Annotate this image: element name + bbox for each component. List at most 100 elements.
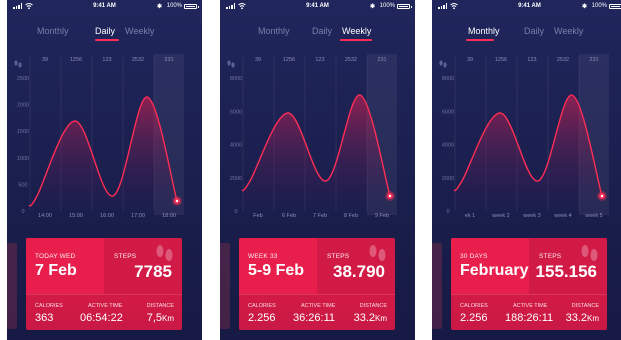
active-time-label: ACTIVE TIME <box>88 303 123 309</box>
previous-card-peek[interactable] <box>7 243 17 329</box>
distance-value-group: 33.2Km <box>354 312 387 324</box>
x-tick-label: week 5 <box>584 213 602 219</box>
period-tabs: Monthly Daily Weekly <box>7 26 202 42</box>
column-total-label: 39 <box>42 57 48 63</box>
x-tick-label: 7 Feb <box>313 213 327 219</box>
y-tick-label: 2000 <box>230 176 242 182</box>
steps-chart-svg: 39 1256 123 2532 231 8000 6000 4000 2000 0 ek 1 wee… <box>442 54 609 219</box>
column-total-label: 39 <box>255 57 261 63</box>
y-tick-label: 1500 <box>17 129 29 135</box>
bluetooth-icon: ✱ <box>581 4 587 10</box>
x-tick-label: 9 Feb <box>375 213 389 219</box>
y-tick-label: 2000 <box>442 176 454 182</box>
period-label: 30 Days <box>460 253 488 260</box>
calories-label: CALORIES <box>35 303 63 309</box>
x-tick-label: 14:00 <box>38 213 52 219</box>
bluetooth-icon: ✱ <box>369 4 375 10</box>
y-tick-label: 1000 <box>17 156 29 162</box>
y-tick-label: 0 <box>21 209 24 215</box>
x-tick-label: 6 Feb <box>282 213 296 219</box>
period-label: TODAY WED <box>35 253 76 260</box>
footprints-icon <box>438 57 448 68</box>
phone-screen-daily: 9:41 AM ✱ 100% Monthly Daily Weekly 39 1256 123 2… <box>7 0 202 340</box>
distance-value-group: 7,5Km <box>147 312 174 324</box>
column-total-label: 39 <box>467 57 473 63</box>
distance-value: 33.2 <box>565 312 587 324</box>
steps-area <box>29 96 177 211</box>
x-tick-label: week 3 <box>522 213 540 219</box>
summary-card[interactable]: 30 Days February STEPS 155.156 CALORIES 2.256… <box>451 238 607 330</box>
summary-card[interactable]: TODAY WED 7 Feb STEPS 7785 CALORIES 363 ACTIVE… <box>26 238 182 330</box>
distance-unit: Km <box>375 314 387 323</box>
column-total-label: 1256 <box>283 57 295 63</box>
active-tab-indicator <box>340 39 372 41</box>
tab-weekly[interactable]: Weekly <box>554 26 583 36</box>
steps-chart: 39 1256 123 2532 231 8000 6000 4000 2000 0 Feb 6 Fe… <box>220 48 415 228</box>
y-tick-label: 4000 <box>230 143 242 149</box>
card-divider <box>239 294 395 295</box>
distance-unit: Km <box>587 314 599 323</box>
y-tick-label: 2500 <box>17 76 29 82</box>
tab-monthly[interactable]: Monthly <box>37 26 69 36</box>
period-label: WEEK 33 <box>248 253 278 260</box>
steps-label: STEPS <box>539 253 562 260</box>
footprints-icon <box>226 57 236 68</box>
x-tick-label: ek 1 <box>465 213 475 219</box>
previous-card-peek[interactable] <box>432 243 442 329</box>
x-tick-label: week 2 <box>491 213 509 219</box>
current-point-center <box>600 194 604 198</box>
distance-unit: Km <box>162 314 174 323</box>
battery-icon <box>184 4 199 9</box>
y-tick-label: 4000 <box>442 143 454 149</box>
tab-monthly[interactable]: Monthly <box>468 26 500 36</box>
column-total-label: 2532 <box>345 57 357 63</box>
steps-chart: 39 1256 123 2532 231 8000 6000 4000 2000 0 ek 1 wee… <box>432 48 621 228</box>
y-tick-label: 0 <box>446 209 449 215</box>
summary-card[interactable]: WEEK 33 5-9 Feb STEPS 38.790 CALORIES 2.256 AC… <box>239 238 395 330</box>
tab-weekly[interactable]: Weekly <box>342 26 371 36</box>
column-total-label: 123 <box>102 57 111 63</box>
column-total-label: 123 <box>315 57 324 63</box>
y-tick-label: 6000 <box>442 109 454 115</box>
battery-icon <box>609 4 621 9</box>
tab-daily[interactable]: Daily <box>95 26 115 36</box>
column-total-label: 231 <box>164 57 173 63</box>
y-tick-label: 6000 <box>230 109 242 115</box>
active-tab-indicator <box>466 39 494 41</box>
tab-weekly[interactable]: Weekly <box>125 26 154 36</box>
column-total-label: 231 <box>589 57 598 63</box>
steps-chart-svg: 39 1256 123 2532 231 2500 2000 1500 1000 500 0 14:0… <box>17 54 184 219</box>
steps-chart-svg: 39 1256 123 2532 231 8000 6000 4000 2000 0 Feb 6 Fe… <box>230 54 397 219</box>
footprints-icon <box>13 57 23 68</box>
column-total-label: 2532 <box>557 57 569 63</box>
period-value: February <box>460 262 529 279</box>
period-value: 5-9 Feb <box>248 262 305 279</box>
column-total-label: 231 <box>377 57 386 63</box>
tab-daily[interactable]: Daily <box>312 26 332 36</box>
calories-label: CALORIES <box>248 303 276 309</box>
active-tab-indicator <box>95 39 119 41</box>
previous-card-peek[interactable] <box>220 243 230 329</box>
active-time-value: 06:54:22 <box>80 312 123 324</box>
active-time-label: ACTIVE TIME <box>301 303 336 309</box>
y-tick-label: 0 <box>234 209 237 215</box>
active-time-label: ACTIVE TIME <box>513 303 548 309</box>
column-total-label: 2532 <box>132 57 144 63</box>
distance-value: 33.2 <box>353 312 375 324</box>
y-tick-label: 8000 <box>230 76 242 82</box>
column-total-label: 1256 <box>70 57 82 63</box>
tab-monthly[interactable]: Monthly <box>258 26 290 36</box>
period-tabs: Monthly Daily Weekly <box>220 26 415 42</box>
current-point-center <box>175 199 179 203</box>
steps-label: STEPS <box>114 253 137 260</box>
distance-value-group: 33.2Km <box>566 312 599 324</box>
y-tick-label: 2000 <box>17 103 29 109</box>
calories-value: 363 <box>35 312 54 324</box>
x-tick-label: 15:00 <box>69 213 83 219</box>
period-tabs: Monthly Daily Weekly <box>432 26 621 42</box>
steps-area <box>454 94 602 211</box>
y-tick-label: 500 <box>18 182 27 188</box>
steps-value: 155.156 <box>535 262 597 281</box>
bluetooth-icon: ✱ <box>156 4 162 10</box>
tab-daily[interactable]: Daily <box>524 26 544 36</box>
